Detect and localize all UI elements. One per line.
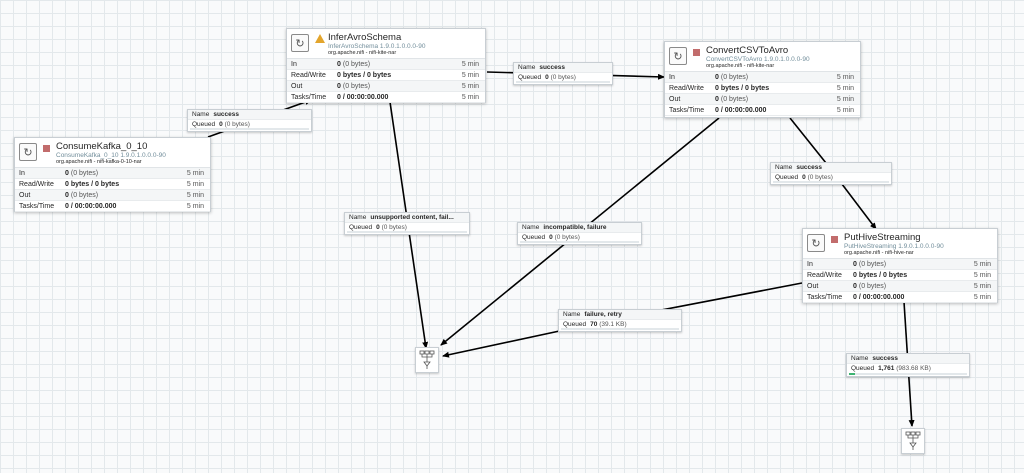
processor-stats: In 0 (0 bytes) 5 min Read/Write 0 bytes / 0… xyxy=(15,168,210,212)
processor-type-icon: ↻ xyxy=(807,234,825,252)
stat-row-out: Out 0 (0 bytes) 5 min xyxy=(665,94,860,105)
processor-type-icon: ↻ xyxy=(291,34,309,52)
stat-row-tasks: Tasks/Time 0 / 00:00:00.000 5 min xyxy=(665,105,860,116)
processor-bundle: org.apache.nifi - nifi-kite-nar xyxy=(328,50,397,56)
processor-name: ConsumeKafka_0_10 xyxy=(56,141,148,152)
queue-bar xyxy=(190,128,309,130)
warning-icon[interactable] xyxy=(315,34,325,43)
queue-bar xyxy=(849,373,967,375)
processor-bundle: org.apache.nifi - nifi-hive-nar xyxy=(844,250,914,256)
processor-header: ↻ ConvertCSVToAvro ConvertCSVToAvro 1.9.… xyxy=(665,42,860,72)
processor-type: PutHiveStreaming 1.9.0.1.0.0.0-90 xyxy=(844,243,944,250)
processor-header: ↻ InferAvroSchema InferAvroSchema 1.9.0.… xyxy=(287,29,485,59)
funnel-1[interactable] xyxy=(415,347,439,373)
flow-canvas[interactable]: ↻ ConsumeKafka_0_10 ConsumeKafka_0_10 1.… xyxy=(0,0,1024,473)
funnel-icon xyxy=(905,431,921,450)
stat-row-readwrite: Read/Write 0 bytes / 0 bytes 5 min xyxy=(15,179,210,190)
stat-row-in: In 0 (0 bytes) 5 min xyxy=(803,259,997,270)
processor-type-icon: ↻ xyxy=(669,47,687,65)
stat-row-in: In 0 (0 bytes) 5 min xyxy=(15,168,210,179)
processor-header: ↻ PutHiveStreaming PutHiveStreaming 1.9.… xyxy=(803,229,997,259)
processor-bundle: org.apache.nifi - nifi-kafka-0-10-nar xyxy=(56,159,142,165)
connection-label-consume-infer[interactable]: Name success Queued 0 (0 bytes) xyxy=(187,109,312,132)
connection-label-puthive-funnel2[interactable]: Name success Queued 1,761 (983.68 KB) xyxy=(846,353,970,377)
processor-inferavroschema[interactable]: ↻ InferAvroSchema InferAvroSchema 1.9.0.… xyxy=(286,28,486,103)
funnel-icon xyxy=(419,350,435,369)
stat-row-out: Out 0 (0 bytes) 5 min xyxy=(803,281,997,292)
connection-label-infer-convert[interactable]: Name success Queued 0 (0 bytes) xyxy=(513,62,613,85)
queue-bar xyxy=(773,181,889,183)
connection-label-infer-funnel[interactable]: Name unsupported content, fail... Queued 0… xyxy=(344,212,470,235)
processor-name: PutHiveStreaming xyxy=(844,232,921,243)
processor-type: InferAvroSchema 1.9.0.1.0.0.0-90 xyxy=(328,43,426,50)
stopped-icon xyxy=(831,236,838,243)
processor-stats: In 0 (0 bytes) 5 min Read/Write 0 bytes / 0… xyxy=(287,59,485,103)
stat-row-readwrite: Read/Write 0 bytes / 0 bytes 5 min xyxy=(287,70,485,81)
connection-label-convert-funnel[interactable]: Name incompatible, failure Queued 0 (0 byt… xyxy=(517,222,642,245)
connection-label-puthive-funnel[interactable]: Name failure, retry Queued 70 (39.1 KB) xyxy=(558,309,682,332)
processor-puthivestreaming[interactable]: ↻ PutHiveStreaming PutHiveStreaming 1.9.… xyxy=(802,228,998,303)
stat-row-tasks: Tasks/Time 0 / 00:00:00.000 5 min xyxy=(287,92,485,103)
processor-stats: In 0 (0 bytes) 5 min Read/Write 0 bytes / 0… xyxy=(803,259,997,303)
stat-row-tasks: Tasks/Time 0 / 00:00:00.000 5 min xyxy=(15,201,210,212)
stat-row-tasks: Tasks/Time 0 / 00:00:00.000 5 min xyxy=(803,292,997,303)
queue-bar xyxy=(516,81,610,83)
funnel-2[interactable] xyxy=(901,428,925,454)
stat-row-readwrite: Read/Write 0 bytes / 0 bytes 5 min xyxy=(665,83,860,94)
processor-type: ConsumeKafka_0_10 1.9.0.1.0.0.0-90 xyxy=(56,152,166,159)
queue-bar xyxy=(561,328,679,330)
processor-bundle: org.apache.nifi - nifi-kite-nar xyxy=(706,63,775,69)
connection-label-convert-puthive[interactable]: Name success Queued 0 (0 bytes) xyxy=(770,162,892,185)
processor-type: ConvertCSVToAvro 1.9.0.1.0.0.0-90 xyxy=(706,56,810,63)
queue-bar xyxy=(347,231,467,233)
processor-name: InferAvroSchema xyxy=(328,32,402,43)
stat-row-readwrite: Read/Write 0 bytes / 0 bytes 5 min xyxy=(803,270,997,281)
stat-row-out: Out 0 (0 bytes) 5 min xyxy=(287,81,485,92)
stat-row-out: Out 0 (0 bytes) 5 min xyxy=(15,190,210,201)
processor-type-icon: ↻ xyxy=(19,143,37,161)
stopped-icon xyxy=(693,49,700,56)
processor-consumekafka[interactable]: ↻ ConsumeKafka_0_10 ConsumeKafka_0_10 1.… xyxy=(14,137,211,212)
stat-row-in: In 0 (0 bytes) 5 min xyxy=(287,59,485,70)
processor-stats: In 0 (0 bytes) 5 min Read/Write 0 bytes / 0… xyxy=(665,72,860,116)
stopped-icon xyxy=(43,145,50,152)
stat-row-in: In 0 (0 bytes) 5 min xyxy=(665,72,860,83)
processor-convertcsvtoavro[interactable]: ↻ ConvertCSVToAvro ConvertCSVToAvro 1.9.… xyxy=(664,41,861,118)
processor-name: ConvertCSVToAvro xyxy=(706,45,789,56)
processor-header: ↻ ConsumeKafka_0_10 ConsumeKafka_0_10 1.… xyxy=(15,138,210,168)
queue-bar xyxy=(520,241,639,243)
